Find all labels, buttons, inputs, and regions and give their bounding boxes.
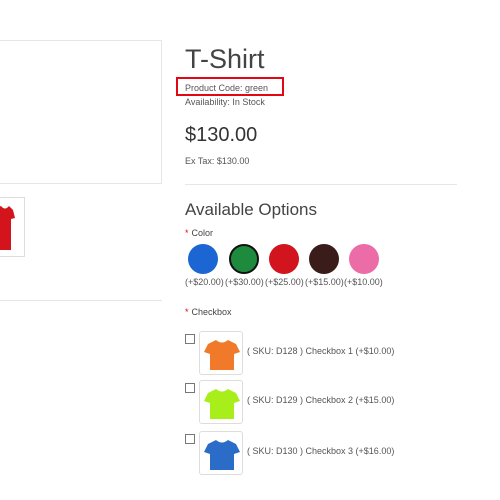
checkbox-item-thumbnail[interactable] bbox=[199, 431, 243, 475]
color-swatch[interactable] bbox=[229, 244, 259, 274]
main-product-image[interactable] bbox=[0, 40, 162, 184]
color-price-label: (+$25.00) bbox=[265, 277, 304, 287]
color-option-label: * Color bbox=[185, 228, 213, 238]
checkbox[interactable] bbox=[185, 383, 195, 393]
color-price-label: (+$15.00) bbox=[305, 277, 344, 287]
checkbox-item-label: ( SKU: D129 ) Checkbox 2 (+$15.00) bbox=[247, 395, 395, 405]
options-heading: Available Options bbox=[185, 200, 317, 219]
color-swatch[interactable] bbox=[269, 244, 299, 274]
color-swatch[interactable] bbox=[309, 244, 339, 274]
tshirt-image bbox=[204, 440, 240, 470]
required-marker: * bbox=[185, 228, 189, 238]
checkbox-option-label: * Checkbox bbox=[185, 307, 232, 317]
product-price: $130.00 bbox=[185, 124, 258, 146]
checkbox-label-text: Checkbox bbox=[191, 307, 232, 317]
required-marker: * bbox=[185, 307, 189, 317]
checkbox-item-label: ( SKU: D128 ) Checkbox 1 (+$10.00) bbox=[247, 346, 395, 356]
options-divider bbox=[185, 184, 457, 185]
tshirt-image bbox=[204, 389, 240, 419]
gallery-thumbnail[interactable] bbox=[0, 197, 25, 257]
left-divider bbox=[0, 300, 162, 301]
checkbox[interactable] bbox=[185, 434, 195, 444]
product-title: T-Shirt bbox=[185, 44, 265, 74]
checkbox-item-label: ( SKU: D130 ) Checkbox 3 (+$16.00) bbox=[247, 446, 395, 456]
availability: Availability: In Stock bbox=[185, 97, 265, 107]
checkbox-item-thumbnail[interactable] bbox=[199, 331, 243, 375]
tshirt-image bbox=[204, 340, 240, 370]
ex-tax-price: Ex Tax: $130.00 bbox=[185, 156, 250, 166]
color-swatch[interactable] bbox=[188, 244, 218, 274]
color-price-label: (+$10.00) bbox=[344, 277, 383, 287]
red-tshirt-image bbox=[0, 206, 15, 250]
color-price-label: (+$20.00) bbox=[185, 277, 224, 287]
product-code-highlight bbox=[176, 77, 284, 96]
checkbox-item-thumbnail[interactable] bbox=[199, 380, 243, 424]
checkbox[interactable] bbox=[185, 334, 195, 344]
color-price-label: (+$30.00) bbox=[225, 277, 264, 287]
color-swatch[interactable] bbox=[349, 244, 379, 274]
color-label-text: Color bbox=[191, 228, 214, 238]
